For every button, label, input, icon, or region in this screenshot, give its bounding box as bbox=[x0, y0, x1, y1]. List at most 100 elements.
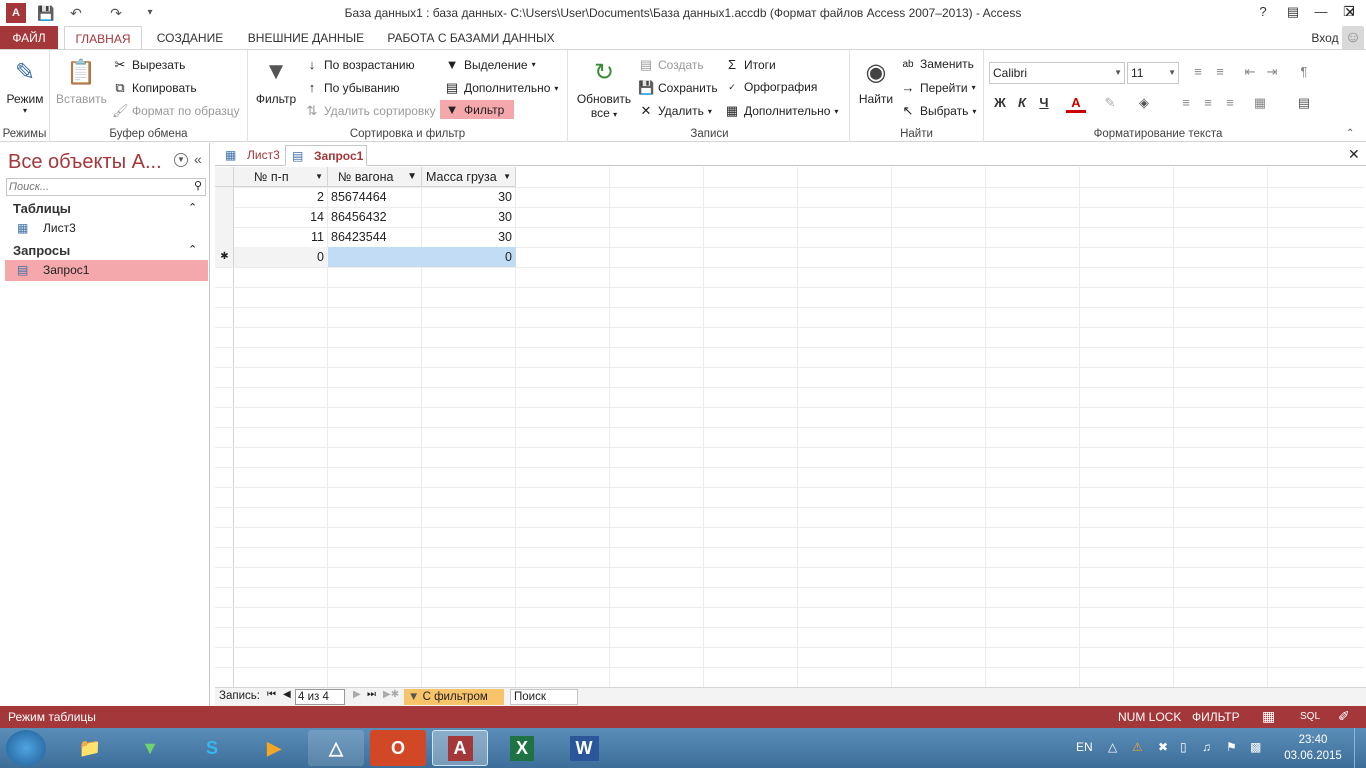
tray-expand-icon[interactable]: △ bbox=[1108, 740, 1117, 754]
new-row-cell[interactable]: 0 bbox=[234, 247, 328, 267]
tab-file[interactable]: ФАЙЛ bbox=[0, 26, 58, 50]
first-record-icon[interactable]: ⏮ bbox=[267, 689, 276, 700]
view-mode-button[interactable]: ✎ Режим ▾ bbox=[4, 56, 46, 116]
column-header-num[interactable]: № п-п ▼ bbox=[234, 167, 328, 187]
chevron-down-icon[interactable]: ▼ bbox=[315, 167, 323, 187]
collapse-section-icon[interactable]: ⌃ bbox=[188, 201, 197, 214]
font-size-select[interactable]: 11 ▼ bbox=[1127, 62, 1179, 84]
table-cell[interactable]: 86456432 bbox=[331, 207, 421, 227]
cut-button[interactable]: ✂ Вырезать bbox=[112, 57, 186, 73]
flag-icon[interactable]: ⚑ bbox=[1226, 740, 1237, 754]
queries-section-header[interactable]: Запросы bbox=[13, 243, 70, 258]
save-record-button[interactable]: 💾 Сохранить bbox=[638, 80, 718, 96]
prev-record-icon[interactable]: ◀ bbox=[283, 689, 291, 700]
column-header-wagon[interactable]: № вагона ▼ bbox=[328, 167, 422, 187]
table-cell[interactable]: 14 bbox=[234, 207, 328, 227]
sql-view-button[interactable]: SQL bbox=[1300, 711, 1320, 722]
table-cell[interactable]: 85674464 bbox=[331, 187, 421, 207]
nav-search-box[interactable]: ⚲ bbox=[6, 178, 206, 196]
language-indicator[interactable]: EN bbox=[1076, 740, 1093, 754]
tab-external-data[interactable]: ВНЕШНИЕ ДАННЫЕ bbox=[244, 26, 368, 50]
tables-section-header[interactable]: Таблицы bbox=[13, 201, 71, 216]
underline-button[interactable]: Ч bbox=[1034, 93, 1054, 113]
record-search-box[interactable]: Поиск bbox=[510, 689, 578, 705]
chevron-down-icon[interactable]: ▼ bbox=[503, 167, 511, 187]
access-taskbar-icon[interactable]: A bbox=[432, 730, 488, 766]
font-family-select[interactable]: Calibri ▼ bbox=[989, 62, 1125, 84]
design-view-icon[interactable]: ✐ bbox=[1338, 708, 1350, 725]
more-records-button[interactable]: ▦ Дополнительно ▾ bbox=[724, 103, 839, 119]
align-right-icon[interactable]: ≡ bbox=[1220, 93, 1240, 113]
alternate-row-icon[interactable]: ▤ bbox=[1294, 93, 1314, 113]
explorer-icon[interactable]: 📁 bbox=[62, 730, 118, 766]
table-cell[interactable]: 30 bbox=[422, 227, 516, 247]
tab-query1[interactable]: ▤ Запрос1 bbox=[285, 145, 367, 166]
collapse-pane-icon[interactable]: « bbox=[194, 151, 202, 167]
chevron-down-icon[interactable]: ▼ bbox=[174, 153, 188, 167]
word-icon[interactable]: W bbox=[556, 730, 612, 766]
toggle-filter-button[interactable]: ▼ Фильтр bbox=[440, 100, 515, 119]
new-record-nav-icon[interactable]: ▶✱ bbox=[383, 689, 399, 700]
align-center-icon[interactable]: ≡ bbox=[1198, 93, 1218, 113]
launcher-icon[interactable]: △ bbox=[308, 730, 364, 766]
tab-database-tools[interactable]: РАБОТА С БАЗАМИ ДАННЫХ bbox=[382, 26, 560, 50]
format-painter-button[interactable]: 🖌 Формат по образцу bbox=[112, 103, 240, 119]
new-row-cell[interactable]: 0 bbox=[422, 247, 516, 267]
record-position-field[interactable]: 4 из 4 bbox=[295, 689, 345, 705]
paragraph-icon[interactable]: ¶ bbox=[1294, 62, 1314, 82]
datasheet-view-icon[interactable]: ▦ bbox=[1262, 708, 1275, 725]
increase-indent-icon[interactable]: ⇥ bbox=[1262, 62, 1282, 82]
bold-button[interactable]: Ж bbox=[990, 93, 1010, 113]
skype-icon[interactable]: S bbox=[184, 730, 240, 766]
search-input[interactable] bbox=[7, 179, 187, 195]
last-record-icon[interactable]: ⏭ bbox=[367, 689, 376, 700]
volume-icon[interactable]: ♫ bbox=[1202, 740, 1211, 754]
goto-button[interactable]: → Перейти ▾ bbox=[900, 80, 976, 95]
highlight-icon[interactable]: ✎ bbox=[1100, 93, 1120, 113]
office-icon[interactable]: O bbox=[370, 730, 426, 766]
filter-button[interactable]: ▼ Фильтр bbox=[254, 56, 298, 106]
signin-link[interactable]: Вход bbox=[1310, 26, 1340, 50]
tab-table-list3[interactable]: ▦ Лист3 bbox=[219, 145, 283, 166]
nav-pane-title[interactable]: Все объекты A... bbox=[8, 151, 162, 174]
font-color-icon[interactable]: A bbox=[1066, 93, 1086, 113]
new-row-cell[interactable] bbox=[328, 247, 422, 267]
help-button[interactable]: ? bbox=[1248, 0, 1278, 24]
table-cell[interactable]: 11 bbox=[234, 227, 328, 247]
table-cell[interactable]: 86423544 bbox=[331, 227, 421, 247]
bluetooth-icon[interactable]: ✖ bbox=[1158, 740, 1168, 754]
totals-button[interactable]: Σ Итоги bbox=[724, 57, 776, 72]
avatar[interactable]: ☺ bbox=[1342, 26, 1364, 50]
column-header-mass[interactable]: Масса груза ▼ bbox=[422, 167, 516, 187]
filter-applied-icon[interactable]: ▼ bbox=[407, 167, 417, 187]
bullets-icon[interactable]: ≡ bbox=[1188, 62, 1208, 82]
decrease-indent-icon[interactable]: ⇤ bbox=[1240, 62, 1260, 82]
replace-button[interactable]: ab Заменить bbox=[900, 57, 974, 71]
minimize-button[interactable]: — bbox=[1306, 0, 1336, 24]
excel-icon[interactable]: X bbox=[494, 730, 550, 766]
select-all-corner[interactable] bbox=[215, 167, 234, 187]
copy-button[interactable]: ⧉ Копировать bbox=[112, 80, 196, 96]
sort-descending-button[interactable]: ↑ По убыванию bbox=[304, 80, 400, 95]
numbering-icon[interactable]: ≡ bbox=[1210, 62, 1230, 82]
table-cell[interactable]: 30 bbox=[422, 207, 516, 227]
media-player-icon[interactable]: ▶ bbox=[246, 730, 302, 766]
paste-button[interactable]: 📋 Вставить bbox=[56, 56, 107, 107]
italic-button[interactable]: К bbox=[1012, 93, 1032, 113]
new-record-button[interactable]: ▤ Создать bbox=[638, 57, 704, 73]
tab-create[interactable]: СОЗДАНИЕ bbox=[152, 26, 228, 50]
nav-item-table[interactable]: ▦ Лист3 bbox=[5, 218, 208, 239]
nav-item-query[interactable]: ▤ Запрос1 bbox=[5, 260, 208, 281]
advanced-filter-button[interactable]: ▤ Дополнительно ▾ bbox=[444, 80, 559, 96]
find-button[interactable]: ◉ Найти bbox=[854, 56, 898, 107]
close-icon[interactable]: ✕ bbox=[1348, 146, 1360, 163]
collapse-ribbon-icon[interactable]: ⌃ bbox=[1346, 128, 1354, 139]
table-cell[interactable]: 30 bbox=[422, 187, 516, 207]
table-cell[interactable]: 2 bbox=[234, 187, 328, 207]
next-record-icon[interactable]: ▶ bbox=[353, 689, 361, 700]
clock[interactable]: 23:40 03.06.2015 bbox=[1278, 732, 1348, 764]
start-button[interactable] bbox=[6, 730, 46, 766]
select-button[interactable]: ↖ Выбрать ▾ bbox=[900, 103, 977, 119]
collapse-section-icon[interactable]: ⌃ bbox=[188, 243, 197, 256]
new-record-marker[interactable]: ✱ bbox=[215, 247, 234, 267]
